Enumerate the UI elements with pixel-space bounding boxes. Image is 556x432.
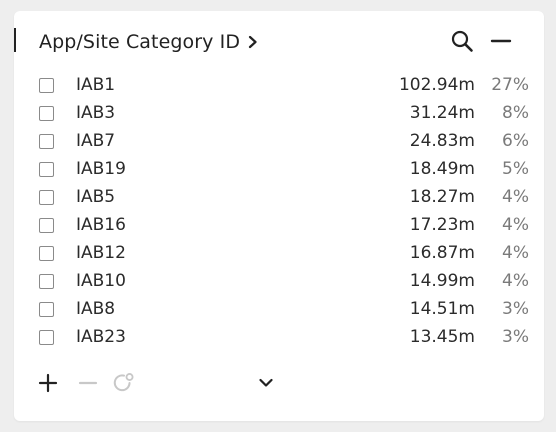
- row-checkbox[interactable]: [39, 274, 54, 289]
- row-checkbox[interactable]: [39, 106, 54, 121]
- search-icon: [451, 30, 473, 52]
- category-value: 24.83m: [409, 131, 475, 151]
- chevron-down-icon: [259, 378, 273, 387]
- list-item[interactable]: IAB16 17.23m 4%: [14, 211, 544, 239]
- category-name: IAB7: [76, 131, 116, 151]
- reset-button[interactable]: [112, 369, 136, 397]
- remove-button[interactable]: [76, 369, 100, 397]
- category-percent: 3%: [502, 299, 529, 319]
- row-checkbox[interactable]: [39, 302, 54, 317]
- category-percent: 3%: [502, 327, 529, 347]
- row-checkbox[interactable]: [39, 330, 54, 345]
- plus-icon: [38, 373, 58, 393]
- category-percent: 4%: [502, 215, 529, 235]
- category-value: 13.45m: [409, 327, 475, 347]
- category-name: IAB1: [76, 75, 116, 95]
- row-checkbox[interactable]: [39, 218, 54, 233]
- list-item[interactable]: IAB7 24.83m 6%: [14, 127, 544, 155]
- list-item[interactable]: IAB12 16.87m 4%: [14, 239, 544, 267]
- category-value: 18.27m: [409, 187, 475, 207]
- row-checkbox[interactable]: [39, 78, 54, 93]
- category-percent: 27%: [491, 75, 529, 95]
- category-value: 31.24m: [409, 103, 475, 123]
- row-checkbox[interactable]: [39, 162, 54, 177]
- list-item[interactable]: IAB23 13.45m 3%: [14, 323, 544, 351]
- category-name: IAB19: [76, 159, 126, 179]
- list-item[interactable]: IAB3 31.24m 8%: [14, 99, 544, 127]
- category-percent: 8%: [502, 103, 529, 123]
- category-percent: 5%: [502, 159, 529, 179]
- widget-title: App/Site Category ID: [39, 31, 241, 53]
- category-percent: 4%: [502, 271, 529, 291]
- accent-bar: [14, 28, 16, 52]
- chevron-right-icon: [248, 35, 258, 49]
- list-item[interactable]: IAB5 18.27m 4%: [14, 183, 544, 211]
- add-button[interactable]: [36, 369, 60, 397]
- list-item[interactable]: IAB8 14.51m 3%: [14, 295, 544, 323]
- widget-footer: [14, 369, 544, 399]
- category-value: 18.49m: [409, 159, 475, 179]
- list-item[interactable]: IAB1 102.94m 27%: [14, 71, 544, 99]
- category-list: IAB1 102.94m 27% IAB3 31.24m 8% IAB7 24.…: [14, 71, 544, 351]
- row-checkbox[interactable]: [39, 190, 54, 205]
- category-name: IAB3: [76, 103, 116, 123]
- category-value: 17.23m: [409, 215, 475, 235]
- category-percent: 4%: [502, 187, 529, 207]
- category-name: IAB10: [76, 271, 126, 291]
- category-percent: 4%: [502, 243, 529, 263]
- category-name: IAB12: [76, 243, 126, 263]
- category-value: 16.87m: [409, 243, 475, 263]
- category-percent: 6%: [502, 131, 529, 151]
- row-checkbox[interactable]: [39, 134, 54, 149]
- category-value: 102.94m: [398, 75, 475, 95]
- minus-icon: [78, 381, 98, 385]
- minimize-button[interactable]: [489, 29, 513, 53]
- list-item[interactable]: IAB19 18.49m 5%: [14, 155, 544, 183]
- category-name: IAB5: [76, 187, 116, 207]
- expand-button[interactable]: [254, 369, 278, 397]
- category-name: IAB23: [76, 327, 126, 347]
- category-name: IAB16: [76, 215, 126, 235]
- category-value: 14.51m: [409, 299, 475, 319]
- list-item[interactable]: IAB10 14.99m 4%: [14, 267, 544, 295]
- category-name: IAB8: [76, 299, 116, 319]
- minus-icon: [490, 39, 512, 43]
- search-button[interactable]: [450, 29, 474, 53]
- widget-title-link[interactable]: App/Site Category ID: [39, 28, 258, 56]
- reset-icon: [113, 373, 134, 392]
- category-value: 14.99m: [409, 271, 475, 291]
- row-checkbox[interactable]: [39, 246, 54, 261]
- category-widget: App/Site Category ID IAB1 102.94m 27% IA…: [14, 11, 544, 421]
